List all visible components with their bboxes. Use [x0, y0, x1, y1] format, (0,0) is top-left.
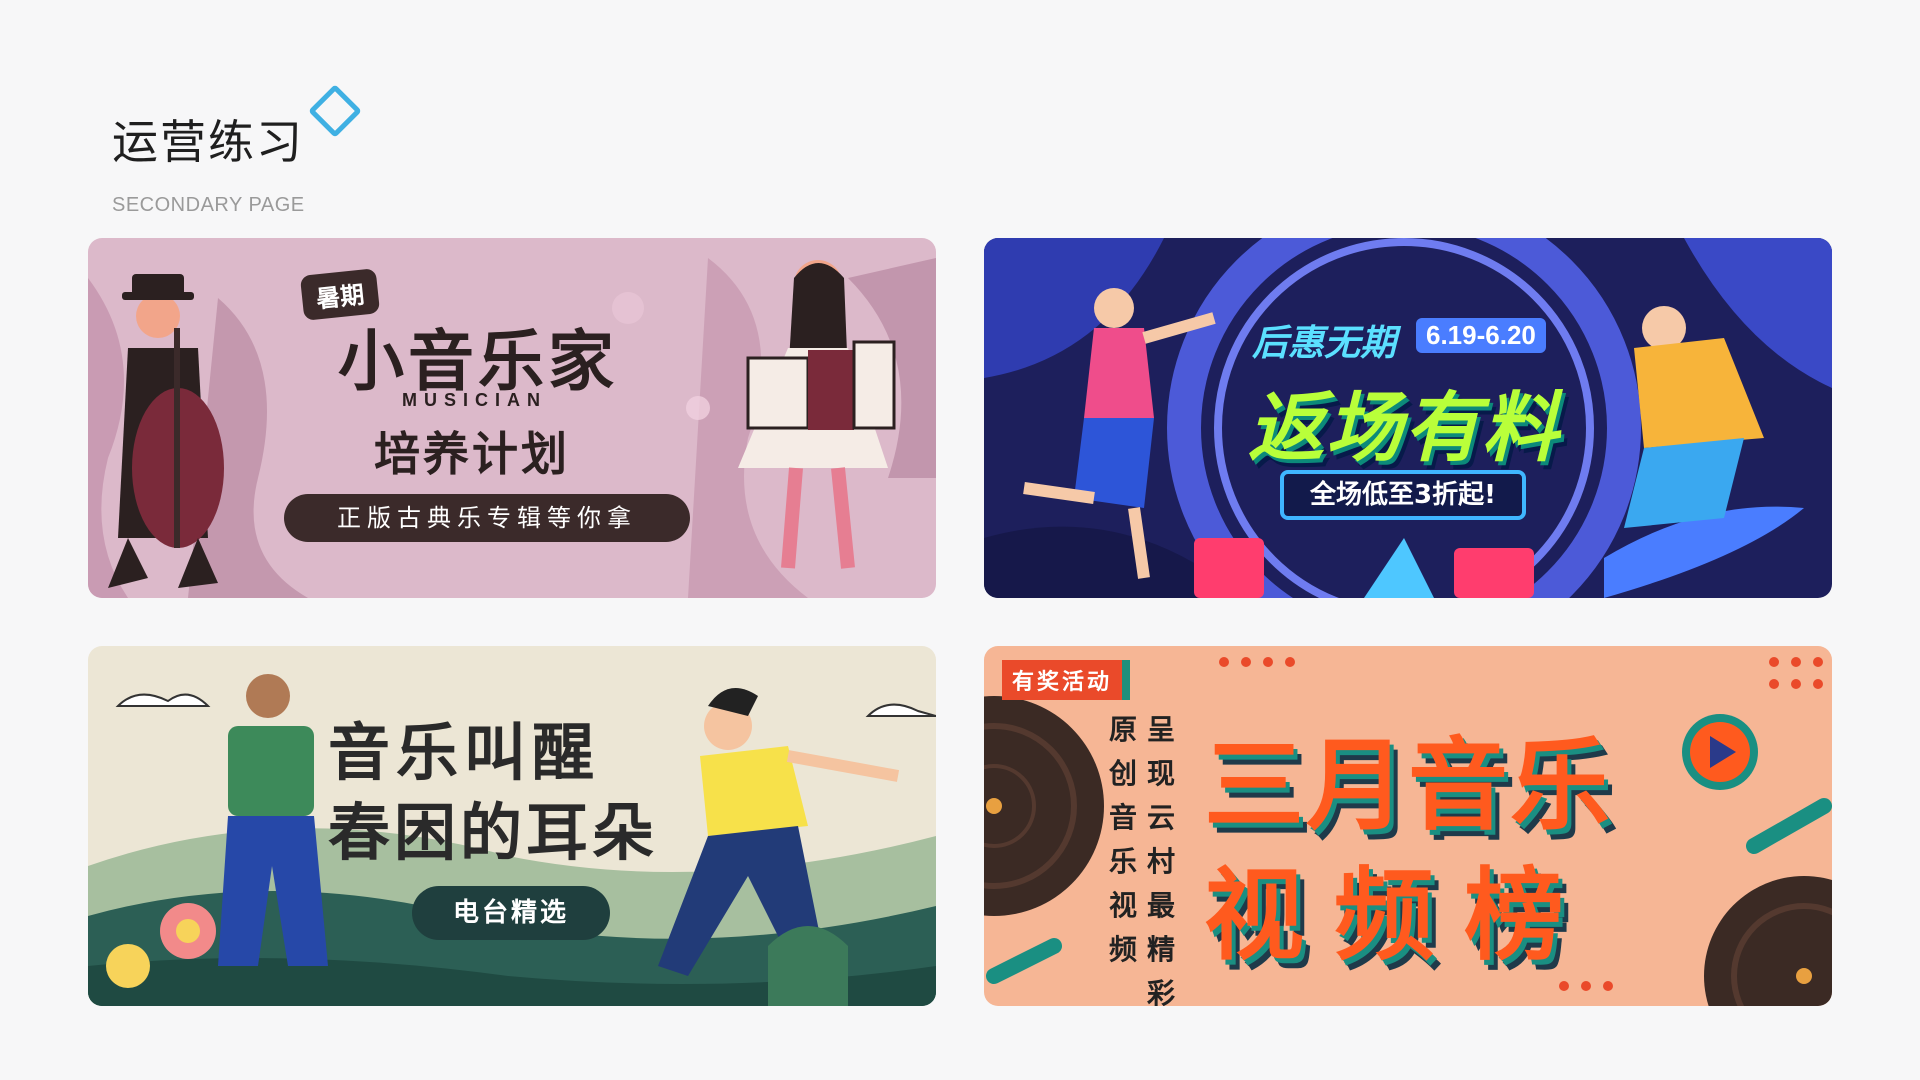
- diamond-icon: [308, 84, 362, 138]
- page-subtitle: SECONDARY PAGE: [112, 194, 305, 216]
- banner-vertical-text-2: 呈现云村最精彩的: [1146, 713, 1175, 1006]
- banner-encore-sale[interactable]: 后惠无期 6.19-6.20 返场有料 全场低至3折起!: [984, 238, 1832, 598]
- banner-march-video-chart[interactable]: 有奖活动 原创音乐视频 呈现云村最精彩的 三月音乐 视频榜: [984, 646, 1832, 1006]
- banner-headline: 后惠无期: [1252, 323, 1397, 364]
- banner-pill: 正版古典乐专辑等你拿: [284, 494, 690, 542]
- banner-radio-spring[interactable]: 音乐叫醒 春困的耳朵 电台精选: [88, 646, 936, 1006]
- banner-title: 返场有料: [1248, 383, 1560, 472]
- banner-title-line1: 三月音乐: [1204, 727, 1612, 844]
- banner-title-line2: 春困的耳朵: [328, 796, 659, 869]
- banner-title-line1: 音乐叫醒: [328, 716, 601, 789]
- banner-pill: 全场低至3折起!: [1280, 470, 1526, 520]
- banner-title-line2: 视频榜: [1204, 857, 1594, 974]
- banner-tag: 有奖活动: [1002, 660, 1131, 700]
- banner-music-kids[interactable]: 暑期 小音乐家 MUSICIAN 培养计划 正版古典乐专辑等你拿: [88, 238, 936, 598]
- banner-subtitle-en: MUSICIAN: [402, 390, 547, 410]
- banner-vertical-text-1: 原创音乐视频: [1108, 713, 1137, 966]
- banner-subtitle: 培养计划: [374, 427, 570, 481]
- page-title: 运营练习: [112, 115, 304, 169]
- banner-date: 6.19-6.20: [1416, 318, 1546, 353]
- banner-pill: 电台精选: [412, 886, 610, 940]
